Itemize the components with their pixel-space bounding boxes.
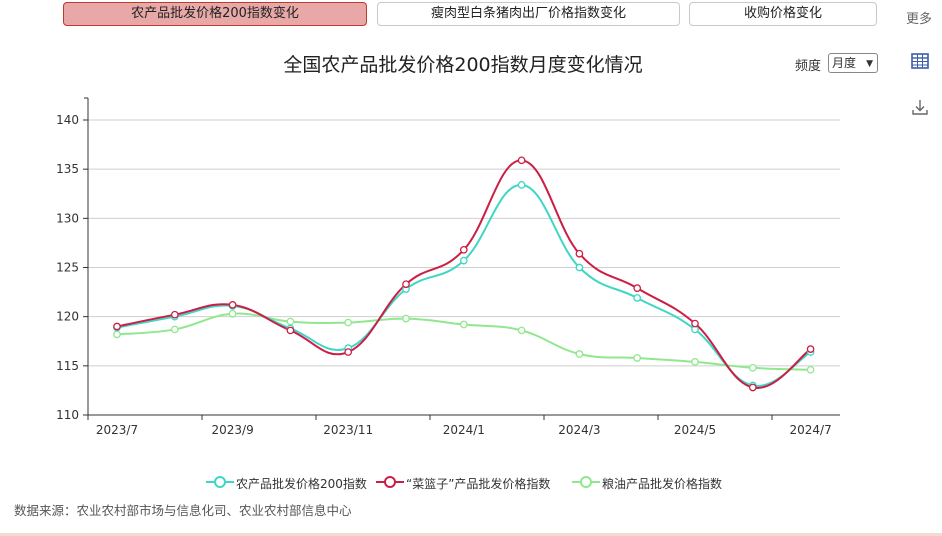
y-tick-label: 135 [56, 162, 79, 176]
y-tick-label: 120 [56, 310, 79, 324]
data-point-series2[interactable] [286, 326, 295, 335]
data-point-series2[interactable] [113, 322, 121, 331]
data-point-series2[interactable] [344, 348, 353, 356]
data-point-series3[interactable] [402, 314, 410, 323]
chart-legend: 农产品批发价格200指数 “菜篮子”产品批发价格指数 粮油产品批发价格指数 [0, 474, 942, 494]
data-point-series1[interactable] [633, 294, 642, 302]
data-point-series3[interactable] [748, 363, 757, 372]
data-point-series3[interactable] [170, 325, 179, 334]
data-point-series1[interactable] [517, 181, 526, 189]
data-point-series3[interactable] [691, 358, 699, 366]
x-tick-label: 2024/7 [789, 423, 831, 437]
series-line-1 [116, 183, 812, 387]
x-tick-label: 2024/5 [674, 423, 716, 437]
data-point-series2[interactable] [748, 383, 757, 392]
x-tick-label: 2024/1 [443, 423, 485, 437]
series-line-2 [116, 159, 812, 389]
data-point-series2[interactable] [170, 310, 179, 319]
data-point-series1[interactable] [459, 256, 468, 265]
legend-label: 粮油产品批发价格指数 [602, 477, 723, 491]
data-point-series3[interactable] [459, 320, 468, 329]
data-point-series2[interactable] [806, 345, 815, 353]
data-point-series3[interactable] [228, 309, 237, 318]
legend-label: 农产品批发价格200指数 [236, 477, 367, 491]
legend-marker-icon [572, 476, 600, 488]
y-tick-label: 140 [56, 113, 79, 127]
data-source-note: 数据来源：农业农村部市场与信息化司、农业农村部信息中心 [14, 503, 352, 518]
data-point-series3[interactable] [806, 365, 815, 374]
legend-marker-icon [376, 476, 404, 488]
data-point-series3[interactable] [286, 317, 295, 326]
data-point-series2[interactable] [575, 249, 584, 258]
data-point-series2[interactable] [228, 301, 237, 309]
legend-label: “菜篮子”产品批发价格指数 [406, 477, 551, 491]
x-tick-label: 2023/11 [323, 423, 373, 437]
data-point-series3[interactable] [575, 350, 584, 358]
data-point-series3[interactable] [517, 326, 526, 335]
data-point-series2[interactable] [402, 280, 410, 289]
data-point-series2[interactable] [691, 319, 699, 328]
y-tick-label: 130 [56, 211, 79, 225]
x-tick-label: 2024/3 [558, 423, 600, 437]
data-point-series2[interactable] [517, 156, 526, 165]
line-chart: 110 115 120 125 130 135 140 2023/7 2023/9 2023/11… [56, 97, 840, 437]
y-tick-label: 110 [56, 408, 79, 422]
y-tick-label: 115 [56, 359, 79, 373]
data-point-series1[interactable] [575, 263, 584, 272]
y-tick-label: 125 [56, 261, 79, 275]
data-point-series3[interactable] [344, 318, 353, 327]
data-point-series2[interactable] [459, 245, 468, 254]
data-point-series3[interactable] [113, 330, 121, 339]
legend-marker-icon [206, 476, 234, 488]
data-point-series2[interactable] [633, 284, 642, 292]
x-tick-label: 2023/9 [211, 423, 253, 437]
data-point-series3[interactable] [633, 354, 642, 362]
x-tick-label: 2023/7 [96, 423, 138, 437]
